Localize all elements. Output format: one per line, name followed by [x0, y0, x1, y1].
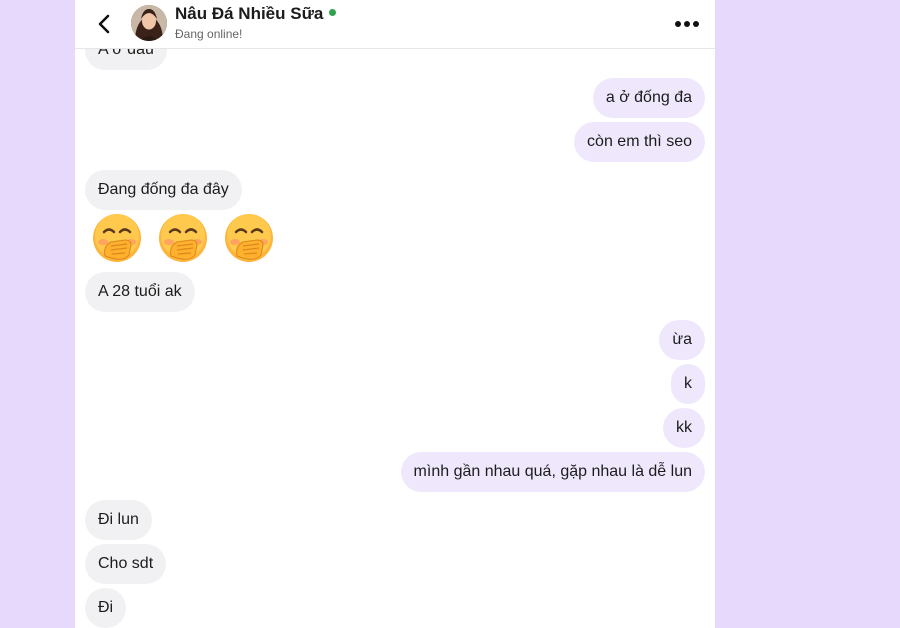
message-incoming: A 28 tuổi ak	[85, 272, 195, 312]
contact-name[interactable]: Nâu Đá Nhiều Sữa	[175, 4, 337, 24]
message-outgoing: ừa	[659, 320, 705, 360]
message-outgoing: a ở đống đa	[592, 78, 705, 118]
message-incoming: Đang đống đa đây	[85, 170, 242, 210]
message-incoming: Đi lun	[85, 500, 152, 540]
message-list[interactable]: A ở đâu a ở đống đa còn em thì seo Đang …	[75, 0, 715, 628]
message-outgoing: k	[671, 364, 705, 404]
more-horizontal-icon[interactable]	[673, 14, 701, 34]
chat-window: A ở đâu a ở đống đa còn em thì seo Đang …	[75, 0, 715, 628]
face-with-hand-over-mouth-icon	[93, 214, 141, 262]
contact-status: Đang online!	[175, 27, 243, 41]
avatar[interactable]	[131, 5, 167, 41]
message-incoming: Cho sdt	[85, 544, 167, 584]
chevron-left-icon[interactable]	[93, 12, 117, 36]
message-outgoing: kk	[663, 408, 705, 448]
face-with-hand-over-mouth-icon	[225, 214, 273, 262]
message-outgoing: còn em thì seo	[574, 122, 705, 162]
chat-header: Nâu Đá Nhiều Sữa Đang online!	[75, 0, 715, 49]
message-outgoing: mình gần nhau quá, gặp nhau là dễ lun	[400, 452, 705, 492]
face-with-hand-over-mouth-icon	[159, 214, 207, 262]
message-incoming: Đi	[85, 588, 127, 628]
online-indicator	[329, 9, 337, 17]
